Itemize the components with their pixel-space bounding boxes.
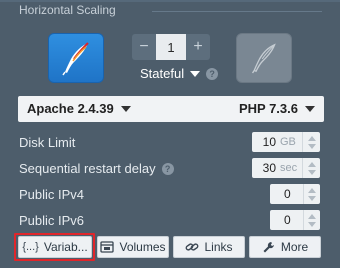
disk-limit-label: Disk Limit: [19, 135, 75, 150]
decrement-button[interactable]: −: [132, 34, 156, 60]
public-ipv4-field[interactable]: 0: [270, 184, 320, 204]
public-ipv6-value: 0: [284, 213, 291, 227]
arrow-down-icon: [307, 169, 316, 175]
stack-version-bar: Apache 2.4.39 PHP 7.3.6: [18, 96, 324, 122]
chevron-down-icon: [120, 105, 131, 112]
engine-version-label: PHP 7.3.6: [238, 101, 298, 116]
more-button[interactable]: More: [249, 236, 321, 258]
public-ipv6-text: Public IPv6: [19, 213, 85, 228]
arrow-up-icon: [307, 135, 316, 141]
more-button-label: More: [280, 240, 309, 254]
feather-icon-disabled: [251, 43, 276, 74]
link-icon: [186, 243, 199, 251]
arrow-up-icon: [307, 161, 316, 167]
variables-button-label: Variab...: [43, 240, 88, 254]
increment-button[interactable]: +: [186, 34, 210, 60]
apache-feather-icon[interactable]: [48, 33, 104, 83]
help-icon[interactable]: ?: [206, 67, 219, 80]
node-count-stepper: − 1 +: [132, 34, 210, 60]
public-ipv4-spinner[interactable]: [303, 184, 320, 204]
restart-delay-label: Sequential restart delay ?: [19, 161, 174, 176]
disk-limit-spinner[interactable]: [302, 132, 320, 152]
top-strip: [0, 0, 340, 2]
public-ipv4-value: 0: [284, 187, 291, 201]
server-version-label: Apache 2.4.39: [27, 101, 114, 116]
engine-version-dropdown[interactable]: PHP 7.3.6: [239, 101, 315, 116]
chevron-down-icon: [305, 105, 315, 112]
arrow-down-icon: [308, 195, 317, 201]
links-button[interactable]: Links: [173, 236, 245, 258]
feather-icon: [62, 42, 89, 76]
restart-delay-unit: sec: [280, 162, 298, 174]
disk-limit-text: Disk Limit: [19, 135, 76, 150]
scaling-mode-dropdown[interactable]: Stateful ?: [140, 66, 219, 81]
volumes-button-label: Volumes: [119, 240, 166, 254]
scaling-mode-label: Stateful: [140, 66, 185, 81]
variables-icon: {...}: [22, 241, 39, 253]
chevron-down-icon: [190, 70, 201, 77]
restart-delay-text: Sequential restart delay: [19, 161, 156, 176]
server-version-dropdown[interactable]: Apache 2.4.39: [27, 101, 131, 116]
arrow-down-icon: [308, 221, 317, 227]
restart-delay-field[interactable]: 30 sec: [252, 158, 320, 178]
public-ipv6-label: Public IPv6: [19, 213, 84, 228]
volumes-button[interactable]: Volumes: [97, 236, 169, 258]
help-icon[interactable]: ?: [161, 162, 174, 175]
disk-limit-value: 10: [262, 135, 276, 149]
section-title: Horizontal Scaling: [19, 3, 116, 17]
variables-button[interactable]: {...} Variab...: [18, 236, 92, 258]
volumes-icon: [100, 241, 115, 253]
section-divider: [152, 11, 322, 12]
inactive-feather-icon[interactable]: [236, 33, 292, 83]
restart-delay-spinner[interactable]: [302, 158, 320, 178]
arrow-down-icon: [307, 143, 316, 149]
public-ipv6-spinner[interactable]: [303, 210, 320, 230]
public-ipv4-label: Public IPv4: [19, 187, 84, 202]
wrench-icon: [263, 241, 274, 252]
public-ipv4-text: Public IPv4: [19, 187, 85, 202]
disk-limit-field[interactable]: 10 GB: [252, 132, 320, 152]
public-ipv6-field[interactable]: 0: [270, 210, 320, 230]
node-count-value[interactable]: 1: [156, 34, 186, 60]
links-button-label: Links: [204, 240, 233, 254]
disk-limit-unit: GB: [280, 136, 296, 148]
arrow-up-icon: [308, 213, 317, 219]
restart-delay-value: 30: [262, 161, 276, 175]
arrow-up-icon: [308, 187, 317, 193]
